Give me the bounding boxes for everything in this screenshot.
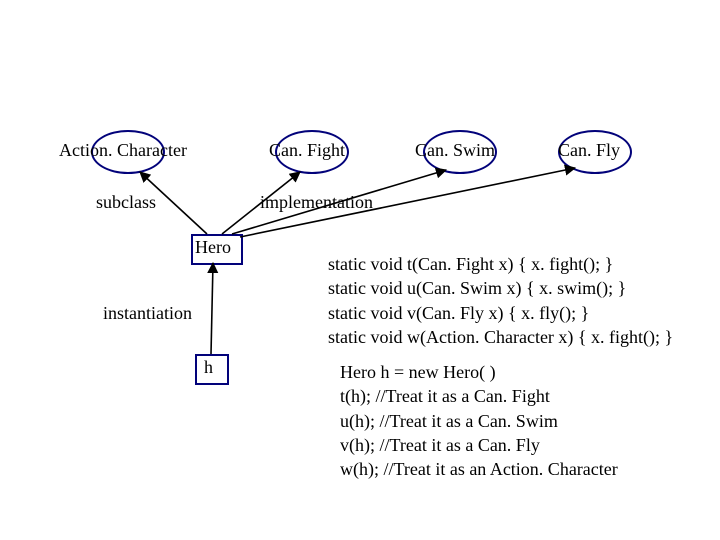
methods-code: static void t(Can. Fight x) { x. fight()…: [328, 252, 673, 349]
can-fight-label: Can. Fight: [269, 140, 345, 161]
usage-code: Hero h = new Hero( ) t(h); //Treat it as…: [340, 360, 618, 481]
arrow-h-to-hero: [211, 263, 213, 354]
instantiation-label: instantiation: [103, 303, 192, 324]
action-character-label: Action. Character: [59, 140, 187, 161]
hero-label: Hero: [195, 237, 231, 258]
h-label: h: [204, 357, 213, 378]
can-swim-label: Can. Swim: [415, 140, 495, 161]
implementation-label: implementation: [260, 192, 373, 213]
subclass-label: subclass: [96, 192, 156, 213]
can-fly-label: Can. Fly: [558, 140, 620, 161]
